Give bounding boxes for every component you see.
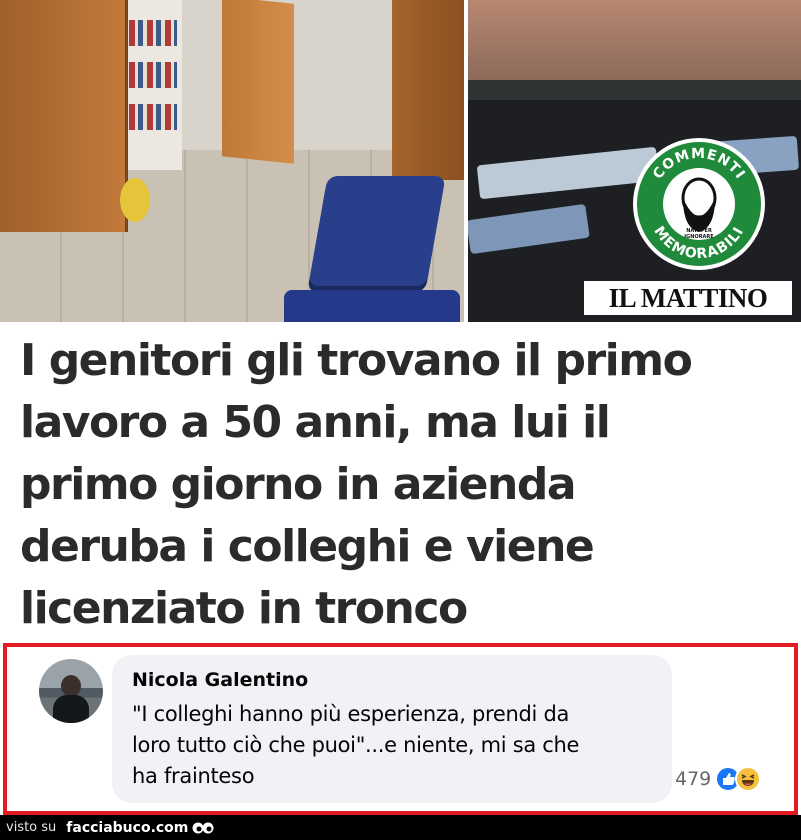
news-photo-strip: NATI PER IGNORARE COMMENTI MEMORABILI IL… [0, 0, 801, 322]
headline-line: I genitori gli trovano il primo [20, 335, 693, 386]
headline-line: lavoro a 50 anni, ma lui il [20, 397, 611, 448]
watermark-footer: visto su facciabuco.com [0, 815, 801, 840]
site-link[interactable]: facciabuco.com [66, 820, 214, 836]
headline: I genitori gli trovano il primo lavoro a… [20, 330, 790, 640]
headline-line: primo giorno in azienda [20, 459, 577, 510]
eyes-icon [192, 822, 214, 833]
comment-line: loro tutto ciò che puoi"...e niente, mi … [132, 733, 580, 757]
reaction-count: 479 [675, 768, 712, 790]
reaction-summary[interactable]: 479 [675, 765, 762, 793]
avatar[interactable] [39, 659, 103, 723]
seen-on-label: visto su [6, 820, 57, 835]
svg-text:IGNORARE: IGNORARE [684, 234, 714, 240]
commenti-memorabili-logo: NATI PER IGNORARE COMMENTI MEMORABILI [633, 138, 765, 270]
haha-icon [735, 766, 762, 792]
comment-text: "I colleghi hanno più esperienza, prendi… [132, 699, 652, 792]
comment-author[interactable]: Nicola Galentino [132, 669, 308, 691]
source-tag: IL MATTINO [584, 281, 792, 315]
headline-line: licenziato in tronco [20, 583, 468, 634]
comment-panel: Nicola Galentino "I colleghi hanno più e… [3, 643, 798, 815]
headline-line: deruba i colleghi e viene [20, 521, 595, 572]
comment-line: "I colleghi hanno più esperienza, prendi… [132, 702, 570, 726]
office-photo [0, 0, 464, 322]
comment-line: ha frainteso [132, 764, 255, 788]
comment-bubble: Nicola Galentino "I colleghi hanno più e… [112, 655, 672, 803]
